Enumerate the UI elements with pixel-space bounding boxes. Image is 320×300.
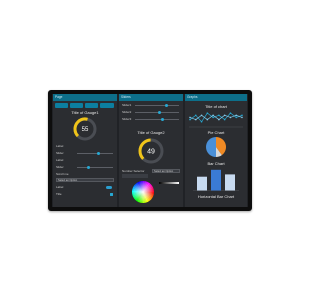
line-point-1-3 (200, 120, 203, 123)
line-point-2-3 (200, 114, 203, 117)
bar-1 (197, 176, 207, 191)
toolbar-button-1[interactable] (55, 103, 68, 108)
panel-page: Page Title of Gauge1 55 Label Slider Lab… (53, 94, 117, 207)
bar-chart-title: Bar Chart (207, 161, 225, 166)
pie-slice-3 (206, 137, 216, 157)
panel-sliders-header: Sliders (119, 94, 183, 101)
panel-graphs: Graphs Title of chart Pie Chart Bar Char… (185, 94, 247, 207)
row-label-3: Label (56, 158, 64, 162)
line-point-2-6 (218, 118, 220, 121)
dashboard-screen: Page Title of Gauge1 55 Label Slider Lab… (52, 94, 248, 207)
monitor-bezel: Page Title of Gauge1 55 Label Slider Lab… (48, 90, 252, 211)
bar-chart (193, 169, 239, 191)
gauge2: 49 (138, 138, 164, 164)
row-label-4: Slider (56, 165, 64, 169)
line-point-1-2 (194, 114, 197, 117)
row-slider-1-knob[interactable] (97, 152, 100, 155)
gauge1: 55 (73, 117, 97, 141)
slider1-label: Slider1 (122, 103, 132, 107)
panel-page-header: Page (53, 94, 117, 101)
select-option-1[interactable]: Select an Option (56, 178, 114, 182)
line-point-1-4 (206, 112, 209, 114)
number-selector-label: Number Selector (122, 169, 145, 173)
line-point-2-2 (194, 118, 197, 121)
select-option-2[interactable]: Select an Option (152, 169, 180, 173)
row-label-8: Title (56, 192, 62, 196)
gauge1-title: Title of Gauge1 (71, 110, 99, 115)
slider1[interactable] (135, 104, 179, 107)
row-label-2: Slider (56, 151, 64, 155)
pie-chart-title: Pie Chart (207, 130, 225, 135)
gauge2-value: 49 (147, 149, 155, 156)
checkbox[interactable] (110, 192, 113, 196)
line-point-1-8 (229, 112, 232, 114)
slider2-knob[interactable] (157, 111, 161, 114)
toolbar-button-3[interactable] (85, 103, 98, 108)
brightness-bar[interactable] (159, 182, 179, 184)
bar-3 (225, 174, 235, 191)
panel-sliders: Sliders Slider1 Slider2 Slider3 Title of… (119, 94, 183, 207)
line-point-2-5 (212, 114, 214, 117)
slider3[interactable] (135, 118, 179, 121)
slider1-knob[interactable] (165, 104, 169, 107)
hbar-chart-title: Horizontal Bar Chart (197, 194, 235, 199)
toggle-switch[interactable] (106, 185, 112, 189)
row-slider-2-knob[interactable] (87, 166, 90, 169)
number-stepper[interactable] (122, 174, 148, 178)
line-point-2-1 (189, 116, 191, 119)
line-chart (189, 112, 243, 128)
row-slider-2[interactable] (77, 166, 113, 169)
slider2[interactable] (135, 111, 179, 114)
line-point-1-7 (223, 118, 226, 121)
row-label-5: Scroll me (56, 172, 69, 176)
row-label-1: Label (56, 144, 64, 148)
gauge2-title: Title of Gauge2 (137, 130, 165, 135)
color-wheel[interactable] (131, 180, 155, 204)
line-point-1-1 (189, 118, 191, 121)
toolbar-button-2[interactable] (70, 103, 83, 108)
panel-graphs-header: Graphs (185, 94, 247, 101)
slider3-label: Slider3 (122, 117, 132, 121)
pie-chart (206, 137, 226, 157)
line-point-2-9 (235, 114, 238, 117)
line-point-1-10 (241, 114, 243, 117)
line-chart-title: Title of chart (205, 104, 227, 109)
line-point-2-8 (229, 116, 232, 119)
slider3-knob[interactable] (160, 118, 164, 121)
line-point-1-5 (212, 116, 214, 119)
slider2-label: Slider2 (122, 110, 132, 114)
line-point-1-9 (235, 116, 238, 119)
line-point-2-7 (223, 114, 226, 117)
line-point-1-6 (218, 114, 220, 117)
toolbar-button-4[interactable] (100, 103, 114, 108)
row-label-7: Label (56, 185, 64, 189)
bar-2 (211, 169, 221, 191)
line-point-2-10 (241, 116, 243, 119)
line-point-2-4 (206, 118, 209, 121)
gauge1-value: 55 (82, 127, 89, 133)
row-slider-1[interactable] (77, 152, 113, 155)
